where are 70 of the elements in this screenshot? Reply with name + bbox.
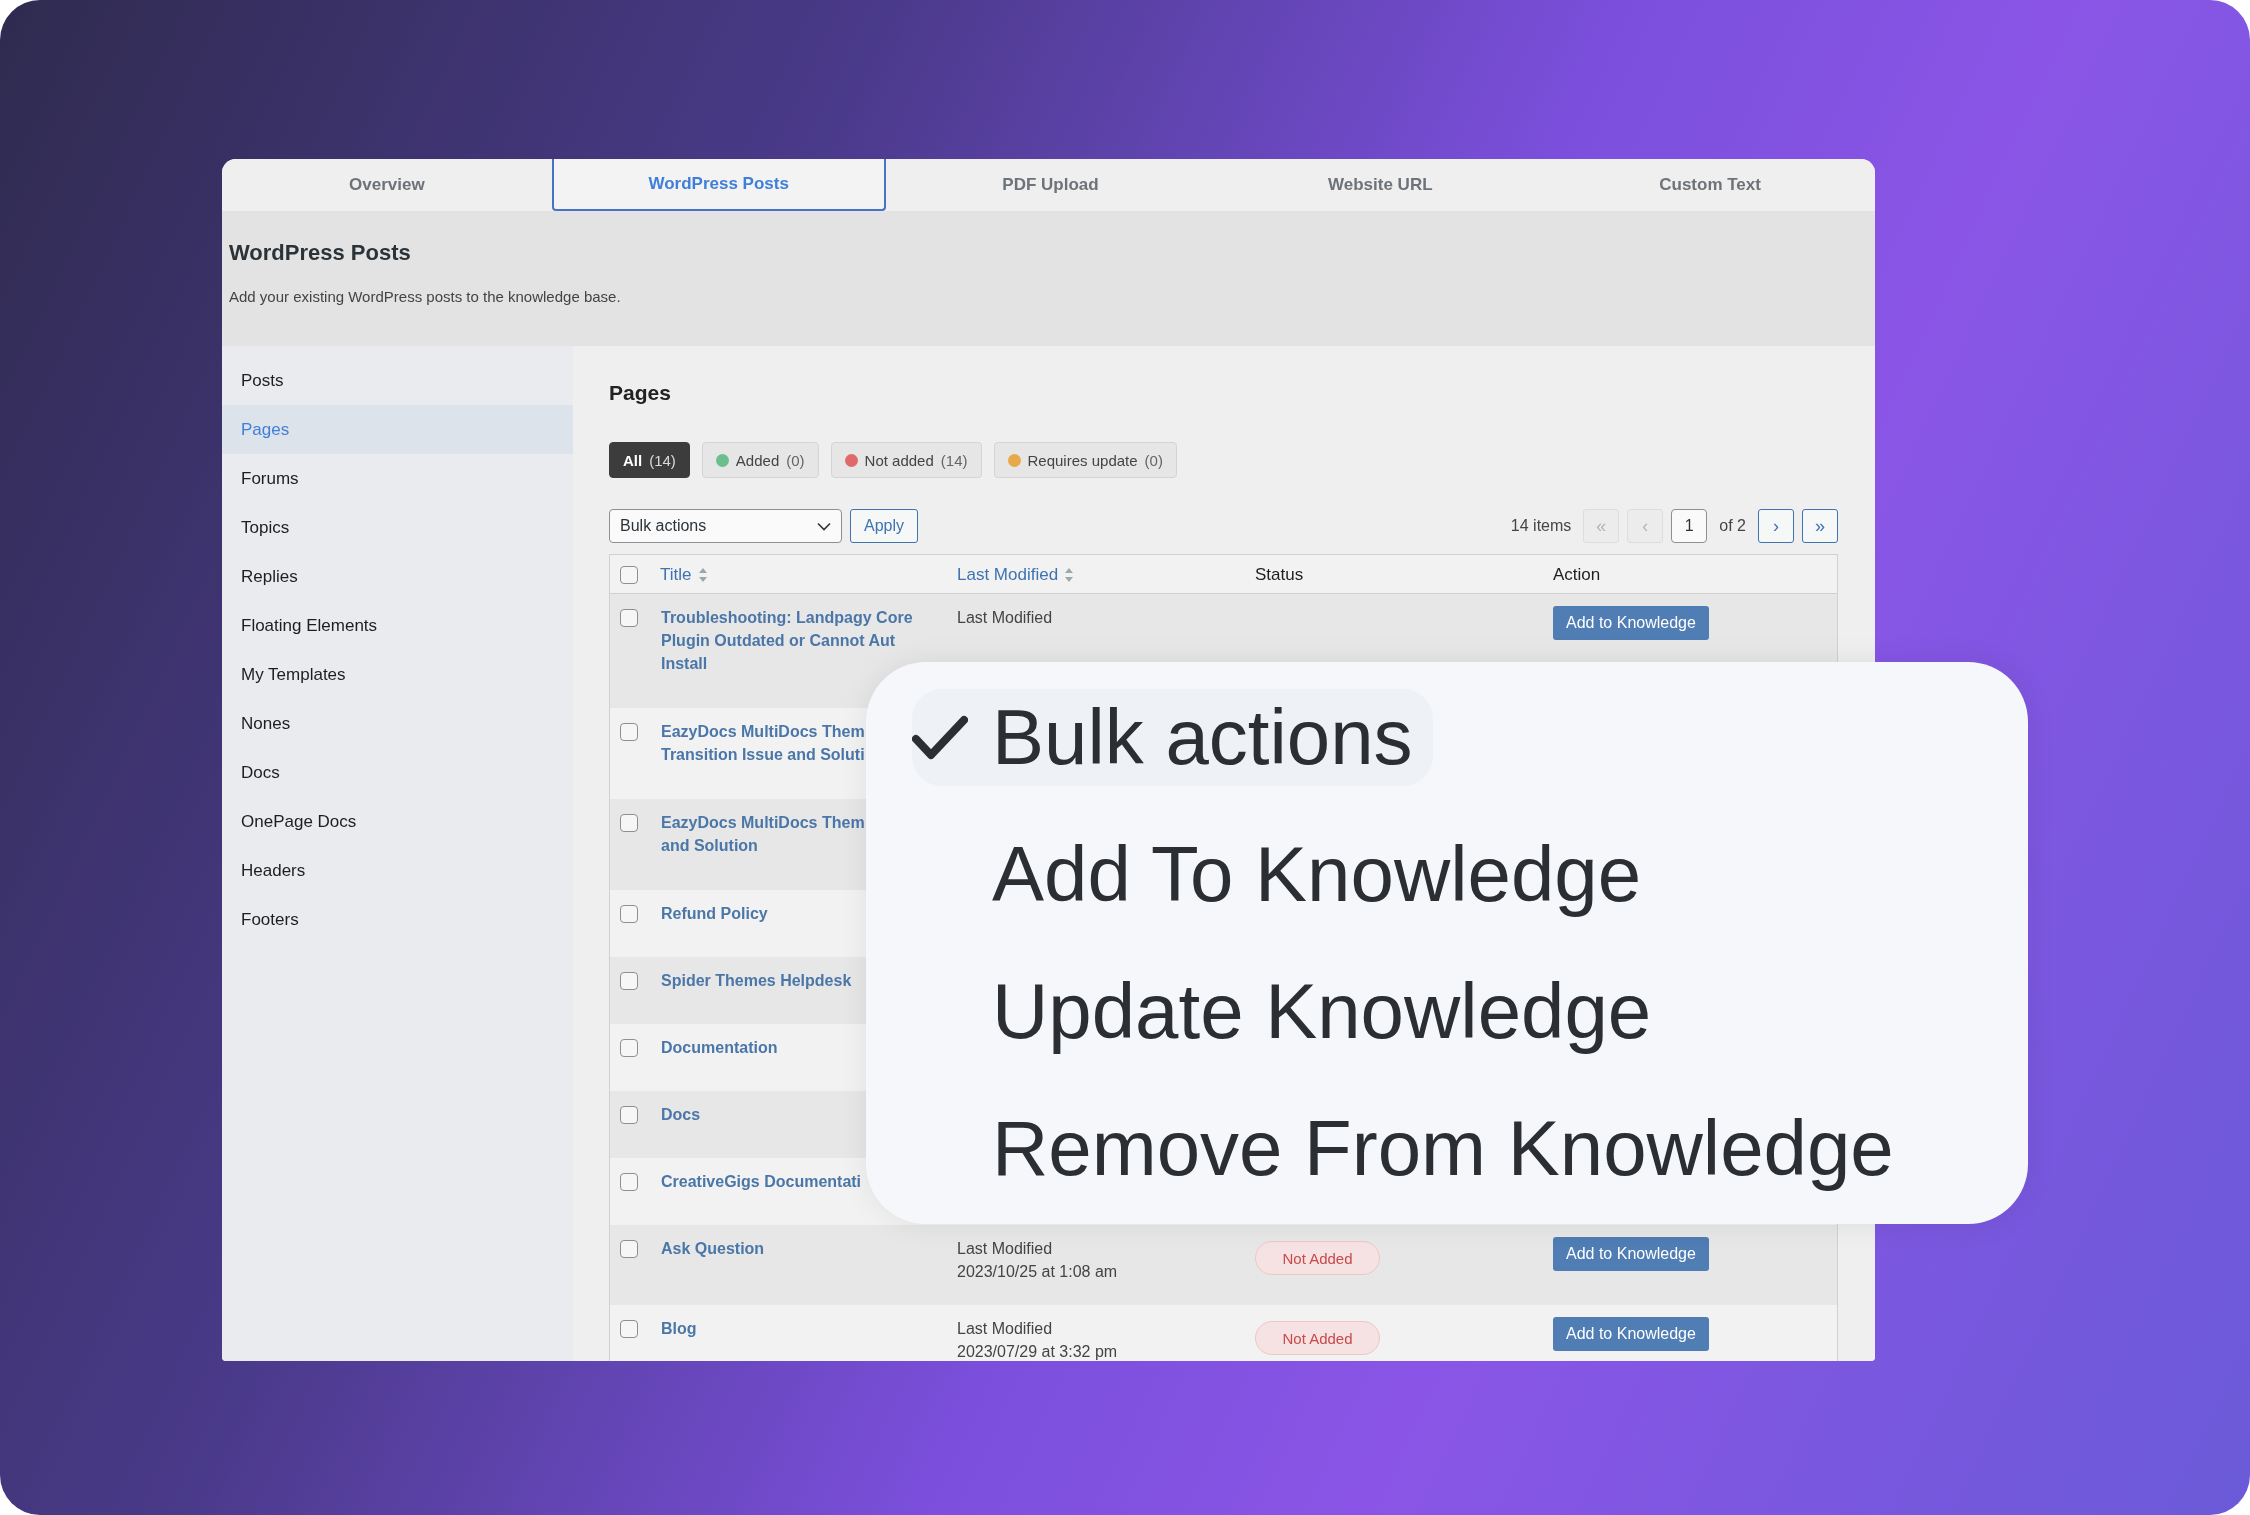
add-to-knowledge-button[interactable]: Add to Knowledge	[1553, 1237, 1709, 1271]
add-to-knowledge-button[interactable]: Add to Knowledge	[1553, 1317, 1709, 1351]
status-badge: Not Added	[1255, 1321, 1380, 1355]
page-title-link[interactable]: Docs	[661, 1103, 701, 1126]
checkbox[interactable]	[620, 1240, 638, 1258]
tab[interactable]: WordPress Posts	[551, 159, 886, 211]
sidebar-item[interactable]: Replies	[222, 552, 573, 601]
checkbox[interactable]	[620, 1106, 638, 1124]
sidebar-item[interactable]: Pages	[222, 405, 573, 454]
sidebar-item[interactable]: OnePage Docs	[222, 797, 573, 846]
tab[interactable]: Website URL	[1215, 159, 1546, 211]
filter-tab[interactable]: Added (0)	[701, 442, 819, 478]
page-title-link[interactable]: Refund Policy	[661, 902, 768, 925]
last-modified-text: Last Modified	[957, 608, 1053, 628]
checkbox[interactable]	[620, 972, 638, 990]
sidebar-item[interactable]: Footers	[222, 895, 573, 944]
menu-item[interactable]: Remove From Knowledge	[912, 1100, 1914, 1197]
page-title-link[interactable]: EazyDocs MultiDocs Them and Solution	[661, 811, 865, 857]
checkbox[interactable]	[620, 905, 638, 923]
page-title-link[interactable]: Blog	[661, 1317, 697, 1340]
page-title-link[interactable]: EazyDocs MultiDocs Them Transition Issue and Soluti	[661, 720, 865, 766]
menu-item[interactable]: Update Knowledge	[912, 963, 1672, 1060]
column-header: Status	[1255, 565, 1304, 585]
filter-tab[interactable]: Not added (14)	[830, 442, 982, 478]
add-to-knowledge-button[interactable]: Add to Knowledge	[1553, 606, 1709, 640]
last-modified-text: Last Modified 2023/10/25 at 1:08 am	[957, 1239, 1118, 1282]
page-description: Add your existing WordPress posts to the knowledge base.	[229, 288, 622, 305]
checkbox[interactable]	[620, 1320, 638, 1338]
sidebar-item[interactable]: My Templates	[222, 650, 573, 699]
tab[interactable]: Overview	[222, 159, 552, 211]
page-title-link[interactable]: CreativeGigs Documentati	[661, 1170, 862, 1193]
bulk-actions-select[interactable]: Bulk actions	[609, 509, 842, 543]
apply-button[interactable]: Apply	[850, 509, 919, 543]
filter-tab[interactable]: Requires update (0)	[993, 442, 1177, 478]
tab[interactable]: Custom Text	[1545, 159, 1875, 211]
page-title-link[interactable]: Ask Question	[661, 1237, 765, 1260]
checkbox[interactable]	[620, 814, 638, 832]
column-header: Action	[1553, 565, 1601, 585]
section-title: Pages	[609, 381, 672, 405]
checkbox[interactable]	[620, 609, 638, 627]
menu-item[interactable]: Add To Knowledge	[912, 826, 1662, 923]
sidebar-item[interactable]: Forums	[222, 454, 573, 503]
check-icon	[912, 714, 968, 761]
page-title-link[interactable]: Documentation	[661, 1036, 778, 1059]
sidebar-item[interactable]: Nones	[222, 699, 573, 748]
sidebar-item[interactable]: Headers	[222, 846, 573, 895]
page-title-link[interactable]: Spider Themes Helpdesk	[661, 969, 852, 992]
pagination-button[interactable]: »	[1802, 509, 1838, 543]
menu-item[interactable]: Bulk actions	[912, 689, 1433, 786]
sidebar-item[interactable]: Topics	[222, 503, 573, 552]
page-title-link[interactable]: Troubleshooting: Landpagy Core Plugin Outdated or Cannot Aut Install	[661, 606, 913, 675]
checkbox[interactable]	[620, 566, 638, 584]
last-modified-text: Last Modified 2023/07/29 at 3:32 pm	[957, 1319, 1118, 1361]
sidebar-item[interactable]: Posts	[222, 356, 573, 405]
item-count: 14 items	[1510, 517, 1572, 535]
chevron-down-icon	[817, 521, 831, 531]
page-number-field[interactable]: 1	[1671, 509, 1708, 543]
checkbox[interactable]	[620, 1039, 638, 1057]
page-title: WordPress Posts	[229, 240, 412, 266]
page-total: of 2	[1719, 517, 1746, 535]
checkbox[interactable]	[620, 723, 638, 741]
sidebar-item[interactable]: Docs	[222, 748, 573, 797]
checkbox[interactable]	[620, 1173, 638, 1191]
pagination-button[interactable]: ›	[1758, 509, 1794, 543]
tab[interactable]: PDF Upload	[885, 159, 1216, 211]
column-header[interactable]: Title	[660, 565, 708, 585]
sidebar-item[interactable]: Floating Elements	[222, 601, 573, 650]
filter-tab[interactable]: All (14)	[609, 442, 690, 478]
status-badge: Not Added	[1255, 1241, 1380, 1275]
column-header[interactable]: Last Modified	[957, 565, 1075, 585]
